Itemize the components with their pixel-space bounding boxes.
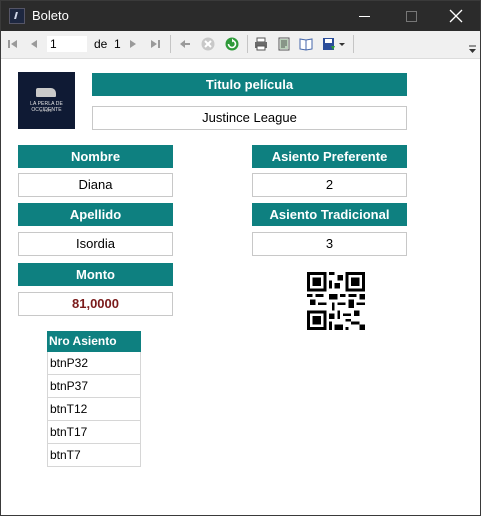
- traditional-seat-header: Asiento Tradicional: [252, 203, 407, 226]
- amount-header: Monto: [18, 263, 173, 286]
- title-bar[interactable]: Boleto: [1, 1, 480, 31]
- maximize-icon: [406, 11, 417, 22]
- minimize-button[interactable]: [342, 1, 388, 31]
- lastname-header: Apellido: [18, 203, 173, 226]
- next-page-icon[interactable]: [125, 36, 141, 52]
- traditional-seat-value: 3: [252, 232, 407, 256]
- movie-title-value: Justince League: [92, 106, 407, 130]
- maximize-button[interactable]: [388, 1, 434, 31]
- back-icon[interactable]: [177, 36, 193, 52]
- total-pages: 1: [114, 37, 121, 51]
- preferred-seat-value: 2: [252, 173, 407, 197]
- table-row: btnT17: [47, 421, 141, 444]
- qr-code-image: [307, 272, 365, 330]
- toolbar-separator: [247, 35, 248, 53]
- logo-subtitle: CINE: [39, 108, 54, 113]
- table-row: btnT12: [47, 398, 141, 421]
- minimize-icon: [359, 16, 370, 17]
- window-title: Boleto: [32, 8, 69, 23]
- table-row: btnP32: [47, 352, 141, 375]
- name-value: Diana: [18, 173, 173, 197]
- toolbar-separator: [353, 35, 354, 53]
- last-page-icon[interactable]: [147, 36, 163, 52]
- export-icon[interactable]: [321, 36, 337, 52]
- name-header: Nombre: [18, 145, 173, 168]
- stop-icon[interactable]: [200, 36, 216, 52]
- table-row: btnT7: [47, 444, 141, 467]
- table-row: btnP37: [47, 375, 141, 398]
- movie-title-header: Titulo película: [92, 73, 407, 96]
- report-viewer-window: Boleto 1 de 1 LA PERLA DE OCCIDENTE CINE…: [0, 0, 481, 516]
- amount-value: 81,0000: [18, 292, 173, 316]
- page-of-label: de: [94, 37, 108, 51]
- close-icon: [449, 9, 463, 23]
- toolbar-separator: [170, 35, 171, 53]
- report-toolbar: 1 de 1: [1, 31, 480, 59]
- cinema-logo: LA PERLA DE OCCIDENTE CINE: [18, 72, 75, 129]
- close-button[interactable]: [434, 1, 480, 31]
- export-dropdown-icon[interactable]: [338, 36, 346, 52]
- app-icon: [9, 8, 25, 24]
- print-icon[interactable]: [253, 36, 269, 52]
- seat-table-header: Nro Asiento: [47, 331, 141, 352]
- current-page-input[interactable]: 1: [47, 36, 87, 52]
- refresh-icon[interactable]: [224, 36, 240, 52]
- seat-table: Nro Asiento btnP32 btnP37 btnT12 btnT17 …: [47, 331, 141, 467]
- print-layout-icon[interactable]: [276, 36, 292, 52]
- lastname-value: Isordia: [18, 232, 173, 256]
- page-setup-icon[interactable]: [298, 36, 314, 52]
- toolbar-overflow-icon[interactable]: [468, 44, 477, 54]
- car-icon: [36, 88, 56, 97]
- first-page-icon[interactable]: [5, 36, 21, 52]
- previous-page-icon[interactable]: [26, 36, 42, 52]
- preferred-seat-header: Asiento Preferente: [252, 145, 407, 168]
